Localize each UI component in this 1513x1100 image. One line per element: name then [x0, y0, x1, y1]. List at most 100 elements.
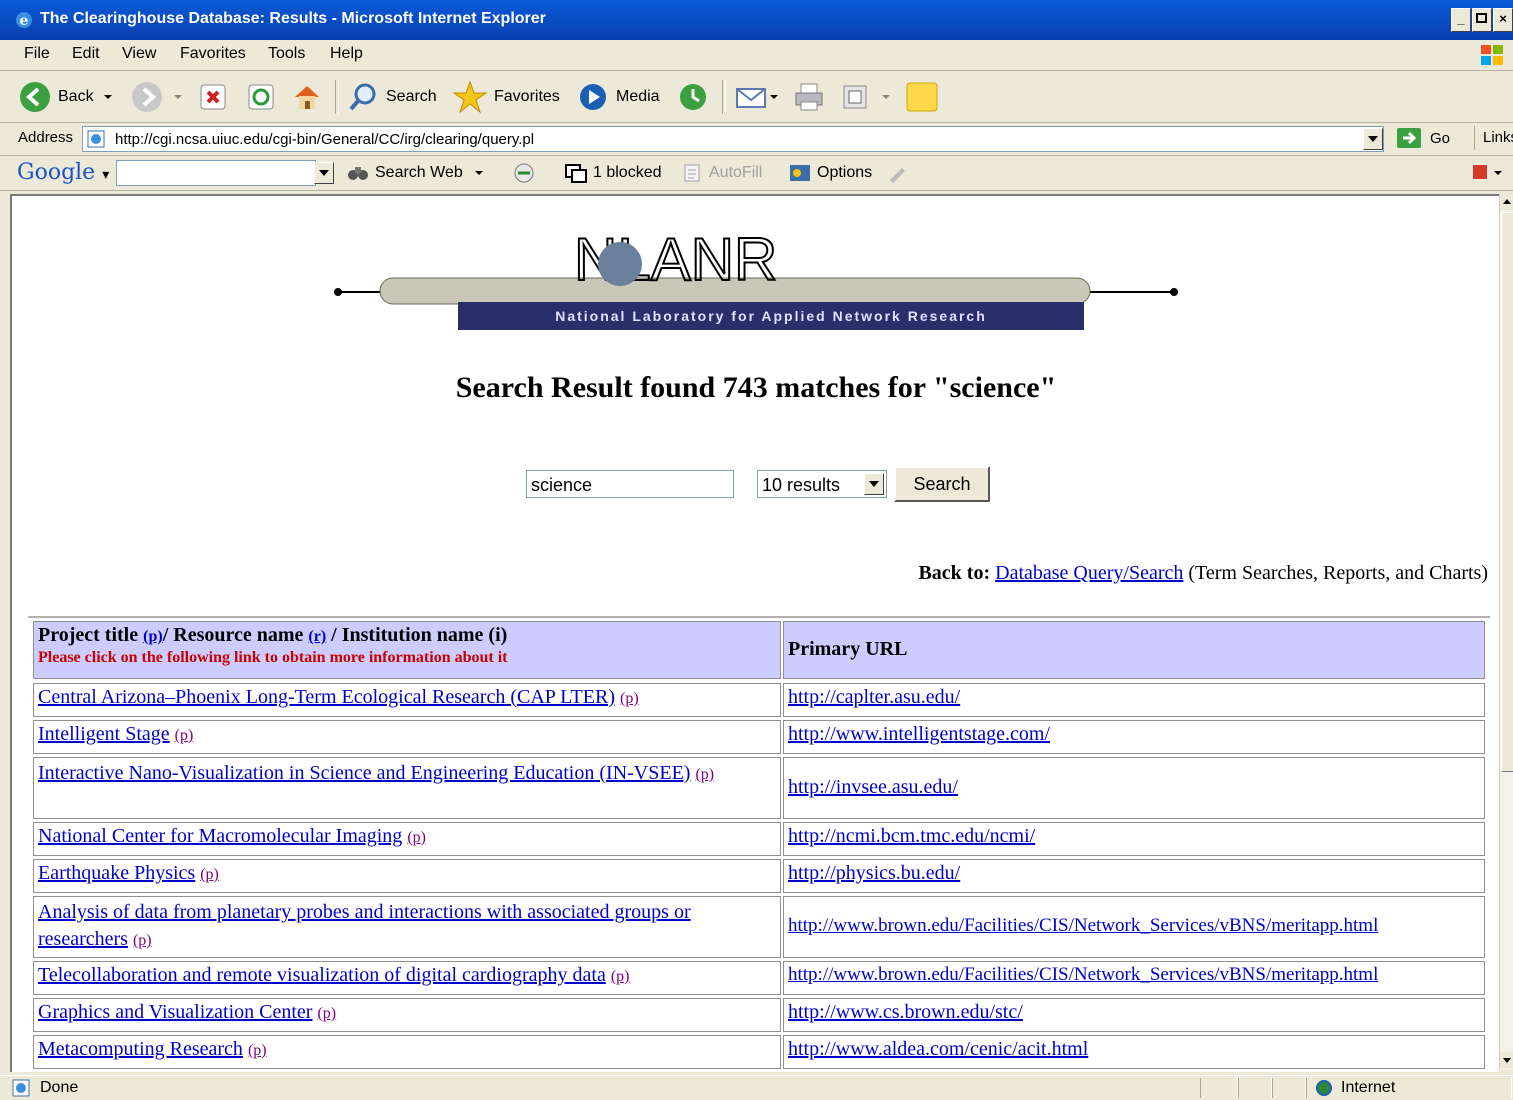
project-p-link[interactable]: (p): [317, 1005, 336, 1022]
home-button[interactable]: [290, 80, 324, 114]
search-input[interactable]: science: [526, 470, 734, 498]
back-to-note: (Term Searches, Reports, and Charts): [1188, 562, 1488, 584]
pagerank-icon: [514, 163, 534, 183]
table-row: Intelligent Stage (p) http://www.intelli…: [29, 720, 1489, 756]
table-row: Central Arizona–Phoenix Long-Term Ecolog…: [29, 683, 1489, 719]
header-r-link[interactable]: (r): [308, 628, 326, 645]
address-input[interactable]: http://cgi.ncsa.uiuc.edu/cgi-bin/General…: [82, 126, 1384, 152]
magnifier-icon: [349, 83, 376, 111]
windows-flag-icon: [1481, 45, 1503, 65]
toolbar-separator: [722, 80, 726, 114]
search-label: Search: [386, 88, 437, 105]
project-p-link[interactable]: (p): [407, 829, 426, 846]
database-query-link[interactable]: Database Query/Search: [995, 562, 1183, 584]
autofill-button[interactable]: AutoFill: [682, 162, 762, 184]
links-button[interactable]: Links: [1474, 126, 1513, 150]
blocked-label: 1 blocked: [593, 164, 662, 181]
close-button[interactable]: ×: [1493, 8, 1513, 32]
menu-favorites[interactable]: Favorites: [180, 45, 246, 63]
favorites-button[interactable]: Favorites: [452, 80, 560, 114]
address-bar: Address http://cgi.ncsa.uiuc.edu/cgi-bin…: [0, 123, 1513, 156]
arrow-up-icon: [1503, 199, 1511, 204]
primary-url-cell: http://www.brown.edu/Facilities/CIS/Netw…: [783, 961, 1485, 995]
maximize-button[interactable]: [1472, 8, 1492, 32]
results-count-select[interactable]: 10 results: [757, 470, 887, 498]
minimize-button[interactable]: _: [1451, 8, 1471, 32]
messenger-button[interactable]: [904, 80, 940, 114]
refresh-button[interactable]: [246, 80, 276, 114]
back-button[interactable]: Back: [18, 80, 114, 114]
project-p-link[interactable]: (p): [200, 866, 219, 883]
scroll-down-button[interactable]: [1500, 1052, 1513, 1068]
menu-help[interactable]: Help: [330, 45, 363, 63]
primary-url-cell: http://www.brown.edu/Facilities/CIS/Netw…: [783, 896, 1485, 958]
print-button[interactable]: [792, 80, 826, 114]
google-search-input[interactable]: [116, 160, 316, 186]
project-title-link[interactable]: Interactive Nano-Visualization in Scienc…: [38, 762, 690, 784]
vertical-scrollbar[interactable]: [1499, 194, 1513, 1070]
project-p-link[interactable]: (p): [611, 968, 630, 985]
project-title-link[interactable]: Telecollaboration and remote visualizati…: [38, 964, 606, 986]
project-title-link[interactable]: Intelligent Stage: [38, 723, 170, 745]
chevron-down-icon: [770, 95, 778, 99]
menu-view[interactable]: View: [122, 45, 156, 63]
project-p-link[interactable]: (p): [248, 1042, 267, 1059]
forward-button[interactable]: [130, 80, 184, 114]
primary-url-link[interactable]: http://www.brown.edu/Facilities/CIS/Netw…: [788, 964, 1378, 985]
primary-url-link[interactable]: http://ncmi.bcm.tmc.edu/ncmi/: [788, 825, 1035, 847]
project-p-link[interactable]: (p): [133, 932, 152, 949]
search-button[interactable]: Search: [346, 80, 437, 114]
chevron-down-icon: ▾: [102, 167, 110, 183]
primary-url-link[interactable]: http://www.cs.brown.edu/stc/: [788, 1001, 1023, 1023]
project-title-link[interactable]: National Center for Macromolecular Imagi…: [38, 825, 402, 847]
primary-url-link[interactable]: http://invsee.asu.edu/: [788, 776, 958, 798]
status-text: Done: [40, 1079, 79, 1096]
search-submit-button[interactable]: Search: [894, 466, 990, 502]
edit-button[interactable]: [840, 80, 892, 114]
popup-blocker-button[interactable]: 1 blocked: [564, 162, 662, 184]
project-p-link[interactable]: (p): [175, 727, 194, 744]
star-icon: [452, 80, 488, 114]
project-title-link[interactable]: Graphics and Visualization Center: [38, 1001, 312, 1023]
stop-button[interactable]: [198, 80, 228, 114]
scroll-up-button[interactable]: [1500, 194, 1513, 210]
options-button[interactable]: Options: [788, 162, 908, 184]
table-header-row: Project title (p)/ Resource name (r) / I…: [29, 621, 1489, 681]
page-icon: [87, 130, 105, 148]
header-p-link[interactable]: (p): [143, 628, 163, 645]
primary-url-link[interactable]: http://www.intelligentstage.com/: [788, 723, 1050, 745]
page-title: Search Result found 743 matches for "sci…: [455, 371, 1057, 404]
history-icon: [680, 84, 706, 110]
scroll-thumb[interactable]: [1501, 212, 1513, 772]
translate-button[interactable]: [1470, 162, 1502, 184]
menu-file[interactable]: File: [24, 45, 50, 63]
address-url: http://cgi.ncsa.uiuc.edu/cgi-bin/General…: [115, 131, 535, 148]
primary-url-link[interactable]: http://caplter.asu.edu/: [788, 686, 960, 708]
table-row: Telecollaboration and remote visualizati…: [29, 961, 1489, 997]
primary-url-cell: http://invsee.asu.edu/: [783, 757, 1485, 819]
primary-url-link[interactable]: http://physics.bu.edu/: [788, 862, 960, 884]
project-title-link[interactable]: Central Arizona–Phoenix Long-Term Ecolog…: [38, 686, 615, 708]
results-dropdown-button[interactable]: [864, 473, 884, 495]
google-logo[interactable]: Google ▾: [17, 160, 109, 185]
address-dropdown-button[interactable]: [1363, 128, 1383, 150]
mail-button[interactable]: [734, 80, 780, 114]
project-p-link[interactable]: (p): [620, 690, 639, 707]
project-title-link[interactable]: Earthquake Physics: [38, 862, 195, 884]
pagerank-button[interactable]: [512, 162, 536, 184]
media-button[interactable]: Media: [576, 80, 660, 114]
project-title-cell: Analysis of data from planetary probes a…: [33, 896, 781, 958]
back-to-label: Back to:: [918, 562, 991, 584]
menu-tools[interactable]: Tools: [268, 45, 305, 63]
project-p-link[interactable]: (p): [695, 766, 714, 783]
history-button[interactable]: [676, 80, 710, 114]
primary-url-link[interactable]: http://www.aldea.com/cenic/acit.html: [788, 1038, 1088, 1060]
translate-icon: [1473, 165, 1502, 179]
search-web-button[interactable]: Search Web: [346, 162, 485, 184]
primary-url-link[interactable]: http://www.brown.edu/Facilities/CIS/Netw…: [788, 915, 1378, 936]
primary-url-cell: http://ncmi.bcm.tmc.edu/ncmi/: [783, 822, 1485, 856]
go-button[interactable]: Go: [1396, 126, 1450, 150]
google-dropdown-button[interactable]: [314, 162, 334, 184]
project-title-link[interactable]: Metacomputing Research: [38, 1038, 243, 1060]
menu-edit[interactable]: Edit: [72, 45, 100, 63]
